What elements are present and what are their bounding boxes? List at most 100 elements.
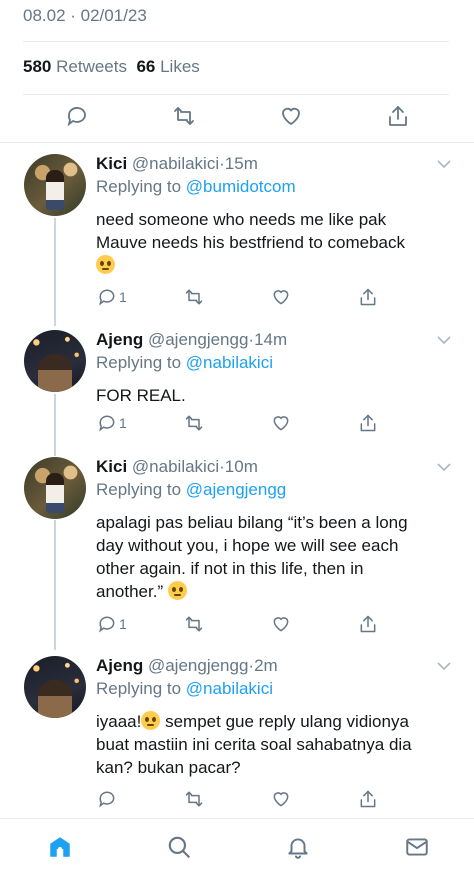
chevron-down-icon[interactable] (436, 158, 452, 170)
reply-count: 1 (119, 616, 127, 632)
retweet-button[interactable] (184, 412, 204, 434)
tab-messages[interactable] (403, 833, 431, 861)
replying-mention[interactable]: @bumidotcom (186, 177, 296, 196)
reply-count: 1 (119, 415, 127, 431)
tweet-text-part1: iyaaa! (96, 712, 142, 731)
pleading-face-emoji (167, 581, 187, 600)
like-icon (273, 617, 289, 632)
display-name[interactable]: Ajeng (96, 330, 143, 349)
share-button[interactable] (358, 788, 378, 810)
retweets-label: Retweets (56, 57, 127, 76)
retweet-button[interactable] (170, 102, 198, 130)
home-icon (50, 837, 70, 857)
replying-mention[interactable]: @nabilakici (186, 353, 273, 372)
reply-icon (99, 289, 115, 306)
tweet-actions: 1 (0, 412, 474, 436)
retweet-button[interactable] (184, 286, 204, 308)
share-icon (360, 414, 376, 432)
tweet-timestamp: 08.02 · 02/01/23 (23, 6, 147, 25)
username[interactable]: @ajengjengg (148, 656, 248, 675)
tweet-age: 2m (254, 656, 278, 675)
replying-to: Replying to @nabilakici (96, 679, 273, 699)
replying-mention[interactable]: @ajengjengg (186, 480, 286, 499)
replying-to: Replying to @ajengjengg (96, 480, 286, 500)
reply-button[interactable] (97, 788, 117, 810)
tab-notifications[interactable] (284, 833, 312, 861)
tab-home[interactable] (46, 833, 74, 861)
retweets-stat[interactable]: 580 Retweets (23, 57, 127, 76)
likes-stat[interactable]: 66 Likes (136, 57, 199, 76)
tweet-header: Ajeng @ajengjengg·2m (96, 656, 278, 676)
notifications-icon (288, 838, 308, 859)
share-icon (360, 615, 376, 633)
chevron-down-icon[interactable] (436, 461, 452, 473)
tweet-text-body: need someone who needs me like pak Mauve… (96, 210, 406, 252)
share-icon (360, 288, 376, 306)
username[interactable]: @ajengjengg (148, 330, 248, 349)
search-icon (168, 836, 190, 858)
display-name[interactable]: Ajeng (96, 656, 143, 675)
reply-icon (99, 616, 115, 633)
retweet-icon (185, 289, 203, 305)
divider (0, 142, 474, 143)
reply-button[interactable]: 1 (97, 412, 127, 434)
retweet-icon (185, 616, 203, 632)
avatar[interactable] (24, 656, 86, 718)
retweet-icon (174, 107, 194, 125)
tweet-age: 14m (254, 330, 288, 349)
tweet-actions: 1 (0, 613, 474, 637)
chevron-down-icon[interactable] (436, 334, 452, 346)
retweet-icon (185, 415, 203, 431)
avatar[interactable] (24, 330, 86, 392)
like-icon (273, 416, 289, 431)
replying-mention[interactable]: @nabilakici (186, 679, 273, 698)
like-button[interactable] (271, 788, 291, 810)
tweet-header: Kici @nabilakici·10m (96, 457, 258, 477)
retweet-button[interactable] (184, 788, 204, 810)
tweet-header: Kici @nabilakici·15m (96, 154, 258, 174)
reply-button[interactable] (63, 102, 91, 130)
like-button[interactable] (271, 286, 291, 308)
share-button[interactable] (358, 412, 378, 434)
main-tweet-actions (0, 100, 474, 136)
reply-button[interactable]: 1 (97, 613, 127, 635)
username[interactable]: @nabilakici (132, 154, 219, 173)
replying-prefix: Replying to (96, 353, 182, 372)
replying-prefix: Replying to (96, 480, 182, 499)
username[interactable]: @nabilakici (132, 457, 219, 476)
share-button[interactable] (384, 102, 412, 130)
like-icon (273, 290, 289, 305)
tab-search[interactable] (165, 833, 193, 861)
like-icon (282, 107, 300, 126)
bottom-tab-bar (0, 818, 474, 876)
like-button[interactable] (271, 613, 291, 635)
avatar[interactable] (24, 457, 86, 519)
tweet-text: FOR REAL. (96, 386, 186, 405)
share-button[interactable] (358, 613, 378, 635)
tweet-text: apalagi pas beliau bilang “it’s been a l… (96, 511, 456, 603)
share-button[interactable] (358, 286, 378, 308)
tweet-age: 10m (224, 457, 258, 476)
like-button[interactable] (271, 412, 291, 434)
reply-count: 1 (119, 289, 127, 305)
tweet-stats: 580 Retweets 66 Likes (23, 57, 200, 77)
retweets-count: 580 (23, 57, 52, 76)
display-name[interactable]: Kici (96, 457, 127, 476)
tweet-header: Ajeng @ajengjengg·14m (96, 330, 287, 350)
avatar[interactable] (24, 154, 86, 216)
retweet-button[interactable] (184, 613, 204, 635)
chevron-down-icon[interactable] (436, 660, 452, 672)
replying-to: Replying to @bumidotcom (96, 177, 296, 197)
like-icon (273, 792, 289, 807)
reply-button[interactable]: 1 (97, 286, 127, 308)
like-button[interactable] (277, 102, 305, 130)
crying-face-emoji (141, 711, 161, 730)
messages-icon (406, 838, 428, 856)
replying-to: Replying to @nabilakici (96, 353, 273, 373)
tweet-actions (0, 788, 474, 812)
tweet-actions: 1 (0, 286, 474, 310)
tweet-age: 15m (224, 154, 258, 173)
display-name[interactable]: Kici (96, 154, 127, 173)
reply-icon (99, 791, 115, 808)
pleading-face-emoji (96, 255, 115, 274)
